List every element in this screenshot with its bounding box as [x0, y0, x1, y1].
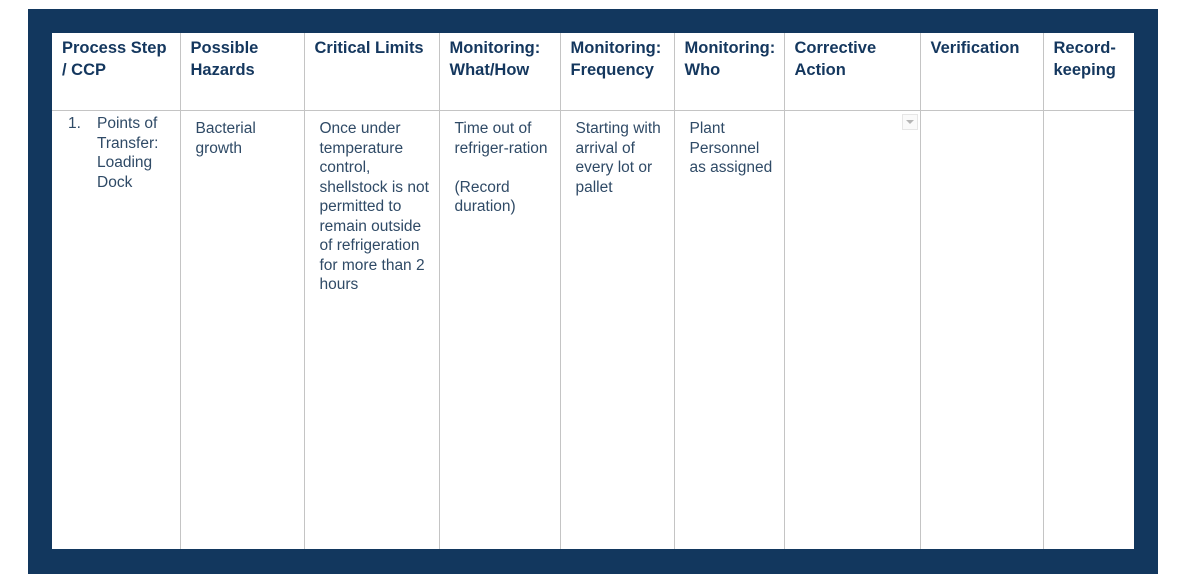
header-process-step: Process Step / CCP — [62, 39, 167, 79]
haccp-table-sheet: Process Step / CCP Possible Hazards Crit… — [52, 33, 1134, 549]
haccp-plan-table: Process Step / CCP Possible Hazards Crit… — [52, 33, 1134, 549]
cell-verification[interactable] — [919, 110, 1043, 549]
table-row: 1. Points of Transfer: Loading Dock Bacte… — [52, 110, 1134, 550]
cell-recordkeeping[interactable] — [1042, 110, 1134, 549]
cell-monitoring-who[interactable]: Plant Personnel as assigned — [673, 110, 784, 549]
list-number: 1. — [68, 115, 81, 132]
cell-corrective-action[interactable] — [783, 110, 920, 549]
cell-critical-limits[interactable]: Once under temperature control, shellsto… — [303, 110, 439, 549]
header-verification: Verification — [919, 33, 1043, 111]
header-row: Process Step / CCP Possible Hazards Crit… — [52, 33, 1134, 111]
cell-monitoring-frequency[interactable]: Starting with arrival of every lot or pa… — [559, 110, 674, 549]
process-step-text: Points of Transfer: Loading Dock — [97, 115, 159, 191]
cell-possible-hazards[interactable]: Bacterial growth — [179, 110, 304, 549]
header-monitoring-frequency: Monitoring: Frequency — [559, 33, 674, 111]
document-frame: Process Step / CCP Possible Hazards Crit… — [28, 9, 1158, 574]
header-monitoring-who: Monitoring: Who — [673, 33, 784, 111]
cell-monitoring-what-how[interactable]: Time out of refriger-ration (Record dura… — [438, 110, 560, 549]
cell-process-step[interactable]: 1. Points of Transfer: Loading Dock — [52, 111, 180, 550]
header-recordkeeping: Record-keeping — [1042, 33, 1134, 111]
chevron-down-icon[interactable] — [901, 114, 918, 130]
header-corrective-action: Corrective Action — [783, 33, 920, 111]
header-critical-limits: Critical Limits — [303, 33, 439, 111]
header-possible-hazards: Possible Hazards — [179, 33, 304, 111]
header-monitoring-what-how: Monitoring: What/How — [438, 33, 560, 111]
